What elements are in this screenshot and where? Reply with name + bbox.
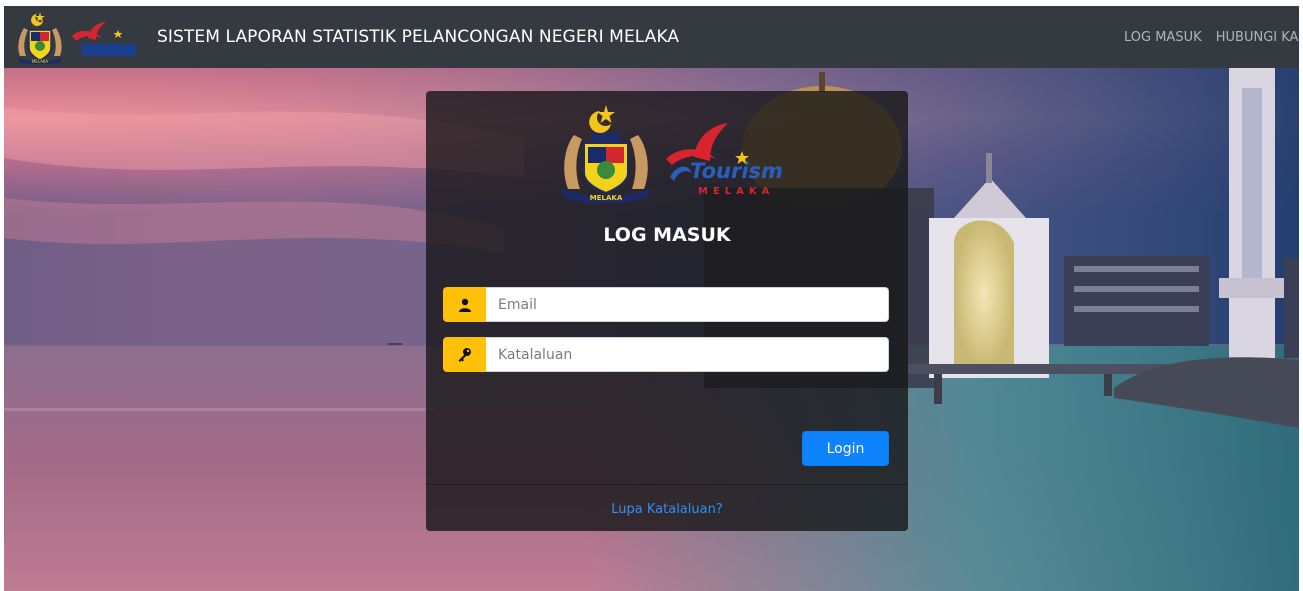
state-crest-icon: MELAKA <box>562 105 650 203</box>
password-field-box <box>486 337 889 372</box>
svg-text:MELAKA: MELAKA <box>698 186 774 197</box>
page-title: SISTEM LAPORAN STATISTIK PELANCONGAN NEG… <box>157 27 680 47</box>
tourism-melaka-icon <box>72 22 136 56</box>
password-input-group <box>443 337 889 372</box>
nav-link-hubungi-kami[interactable]: HUBUNGI KAMI <box>1216 30 1299 45</box>
app-frame: MELAKA SISTEM LAPORAN STATISTIK PELANCON… <box>4 6 1299 591</box>
svg-text:MELAKA: MELAKA <box>590 194 623 202</box>
navbar: MELAKA SISTEM LAPORAN STATISTIK PELANCON… <box>4 6 1299 68</box>
nav-links: LOG MASUK HUBUNGI KAMI <box>1124 30 1299 45</box>
tourism-melaka-icon: Tourism MELAKA <box>666 123 783 197</box>
nav-link-log-masuk[interactable]: LOG MASUK <box>1124 30 1202 45</box>
email-field-box <box>486 287 889 322</box>
email-input-group <box>443 287 889 322</box>
login-card: MELAKA Tourism MELAKA LOG MASUK Email Lo… <box>426 91 908 531</box>
password-field[interactable] <box>498 338 888 371</box>
svg-text:MELAKA: MELAKA <box>32 59 49 64</box>
user-icon <box>443 287 486 322</box>
state-crest-icon: MELAKA <box>18 12 62 64</box>
svg-text:Tourism: Tourism <box>690 159 783 183</box>
email-field[interactable] <box>498 288 888 321</box>
login-title: LOG MASUK <box>603 224 731 246</box>
card-divider <box>426 484 908 485</box>
key-icon <box>443 337 486 372</box>
login-logo: MELAKA Tourism MELAKA <box>562 105 783 203</box>
login-button[interactable]: Login <box>802 431 889 466</box>
forgot-password-link[interactable]: Lupa Katalaluan? <box>426 502 908 517</box>
melaka-tourism-logo[interactable]: MELAKA <box>10 10 140 64</box>
